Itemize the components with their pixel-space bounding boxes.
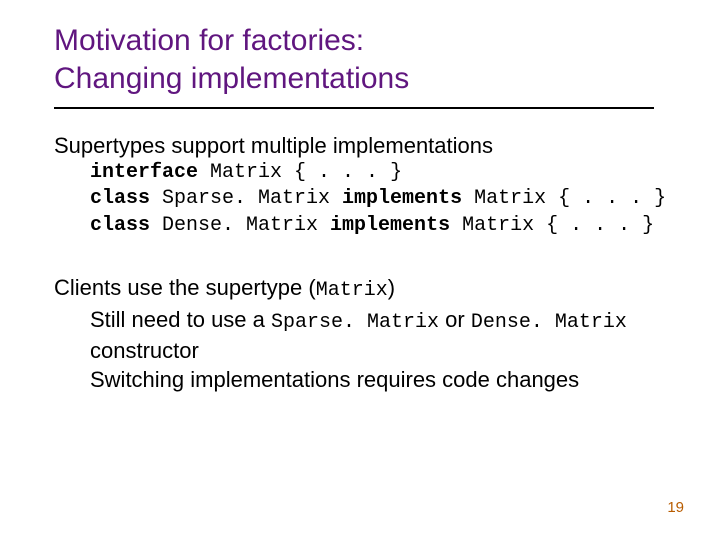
code-rest-2: Matrix { . . . } (462, 187, 666, 210)
switching-line: Switching implementations requires code … (90, 365, 680, 394)
spacer (54, 239, 680, 273)
clients-pre: Clients use the supertype ( (54, 275, 316, 300)
kw-implements-1: implements (342, 187, 462, 210)
code-line-1: interface Matrix { . . . } (90, 160, 680, 186)
code-line-2: class Sparse. Matrix implements Matrix {… (90, 186, 680, 212)
code-line-3: class Dense. Matrix implements Matrix { … (90, 213, 680, 239)
constructor-line: constructor (90, 336, 680, 365)
clients-post: ) (388, 275, 395, 300)
title-line-1: Motivation for factories: (54, 24, 364, 57)
still-mid: or (439, 307, 471, 332)
body: Supertypes support multiple implementati… (54, 131, 680, 394)
kw-implements-2: implements (330, 214, 450, 237)
still-code-2: Dense. Matrix (471, 311, 627, 334)
kw-interface: interface (90, 161, 198, 184)
slide-title: Motivation for factories: Changing imple… (54, 22, 680, 97)
page-number: 19 (667, 499, 684, 516)
supertypes-line: Supertypes support multiple implementati… (54, 131, 680, 160)
code-mid-3: Dense. Matrix (150, 214, 330, 237)
code-block: interface Matrix { . . . } class Sparse.… (90, 160, 680, 239)
still-line: Still need to use a Sparse. Matrix or De… (90, 305, 680, 336)
code-rest-1: Matrix { . . . } (198, 161, 402, 184)
code-rest-3: Matrix { . . . } (450, 214, 654, 237)
kw-class-2: class (90, 214, 150, 237)
kw-class-1: class (90, 187, 150, 210)
clients-code: Matrix (316, 279, 388, 302)
still-pre: Still need to use a (90, 307, 271, 332)
clients-line: Clients use the supertype (Matrix) (54, 273, 680, 304)
still-code-1: Sparse. Matrix (271, 311, 439, 334)
title-rule (54, 107, 654, 109)
code-mid-2: Sparse. Matrix (150, 187, 342, 210)
slide: Motivation for factories: Changing imple… (0, 0, 720, 540)
title-line-2: Changing implementations (54, 62, 409, 95)
